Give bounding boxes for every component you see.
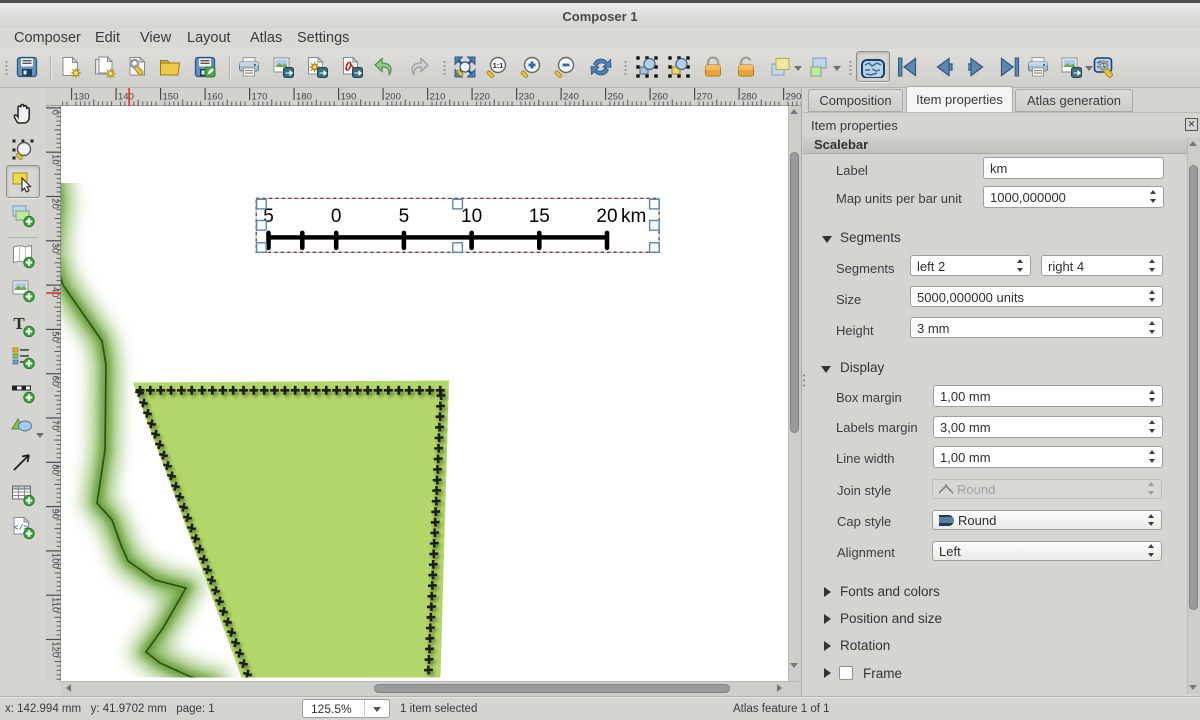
svg-text:90: 90	[50, 509, 61, 520]
svg-text:160: 160	[207, 92, 223, 103]
svg-text:220: 220	[474, 92, 490, 103]
svg-text:30: 30	[50, 243, 61, 254]
svg-text:20: 20	[596, 206, 617, 227]
svg-text:5: 5	[399, 206, 410, 227]
svg-text:240: 240	[563, 92, 579, 103]
svg-text:210: 210	[430, 92, 446, 103]
svg-text:20: 20	[50, 198, 61, 209]
svg-text:10: 10	[461, 206, 482, 227]
svg-text:60: 60	[50, 376, 61, 387]
svg-text:230: 230	[519, 92, 535, 103]
svg-text:280: 280	[741, 92, 757, 103]
svg-text:290: 290	[786, 92, 802, 103]
svg-text:10: 10	[50, 154, 61, 165]
svg-text:80: 80	[50, 464, 61, 475]
svg-text:15: 15	[529, 206, 550, 227]
svg-text:70: 70	[50, 420, 61, 431]
svg-text:250: 250	[608, 92, 624, 103]
svg-text:190: 190	[341, 92, 357, 103]
svg-text:50: 50	[50, 331, 61, 342]
svg-text:270: 270	[697, 92, 713, 103]
svg-text:1:1: 1:1	[493, 61, 504, 70]
svg-text:km: km	[621, 206, 646, 227]
svg-text:170: 170	[252, 92, 268, 103]
svg-text:140: 140	[118, 92, 134, 103]
svg-text:150: 150	[163, 92, 179, 103]
svg-text:0: 0	[331, 206, 342, 227]
svg-text:180: 180	[296, 92, 312, 103]
svg-text:200: 200	[385, 92, 401, 103]
svg-text:130: 130	[74, 92, 90, 103]
svg-text:260: 260	[652, 92, 668, 103]
